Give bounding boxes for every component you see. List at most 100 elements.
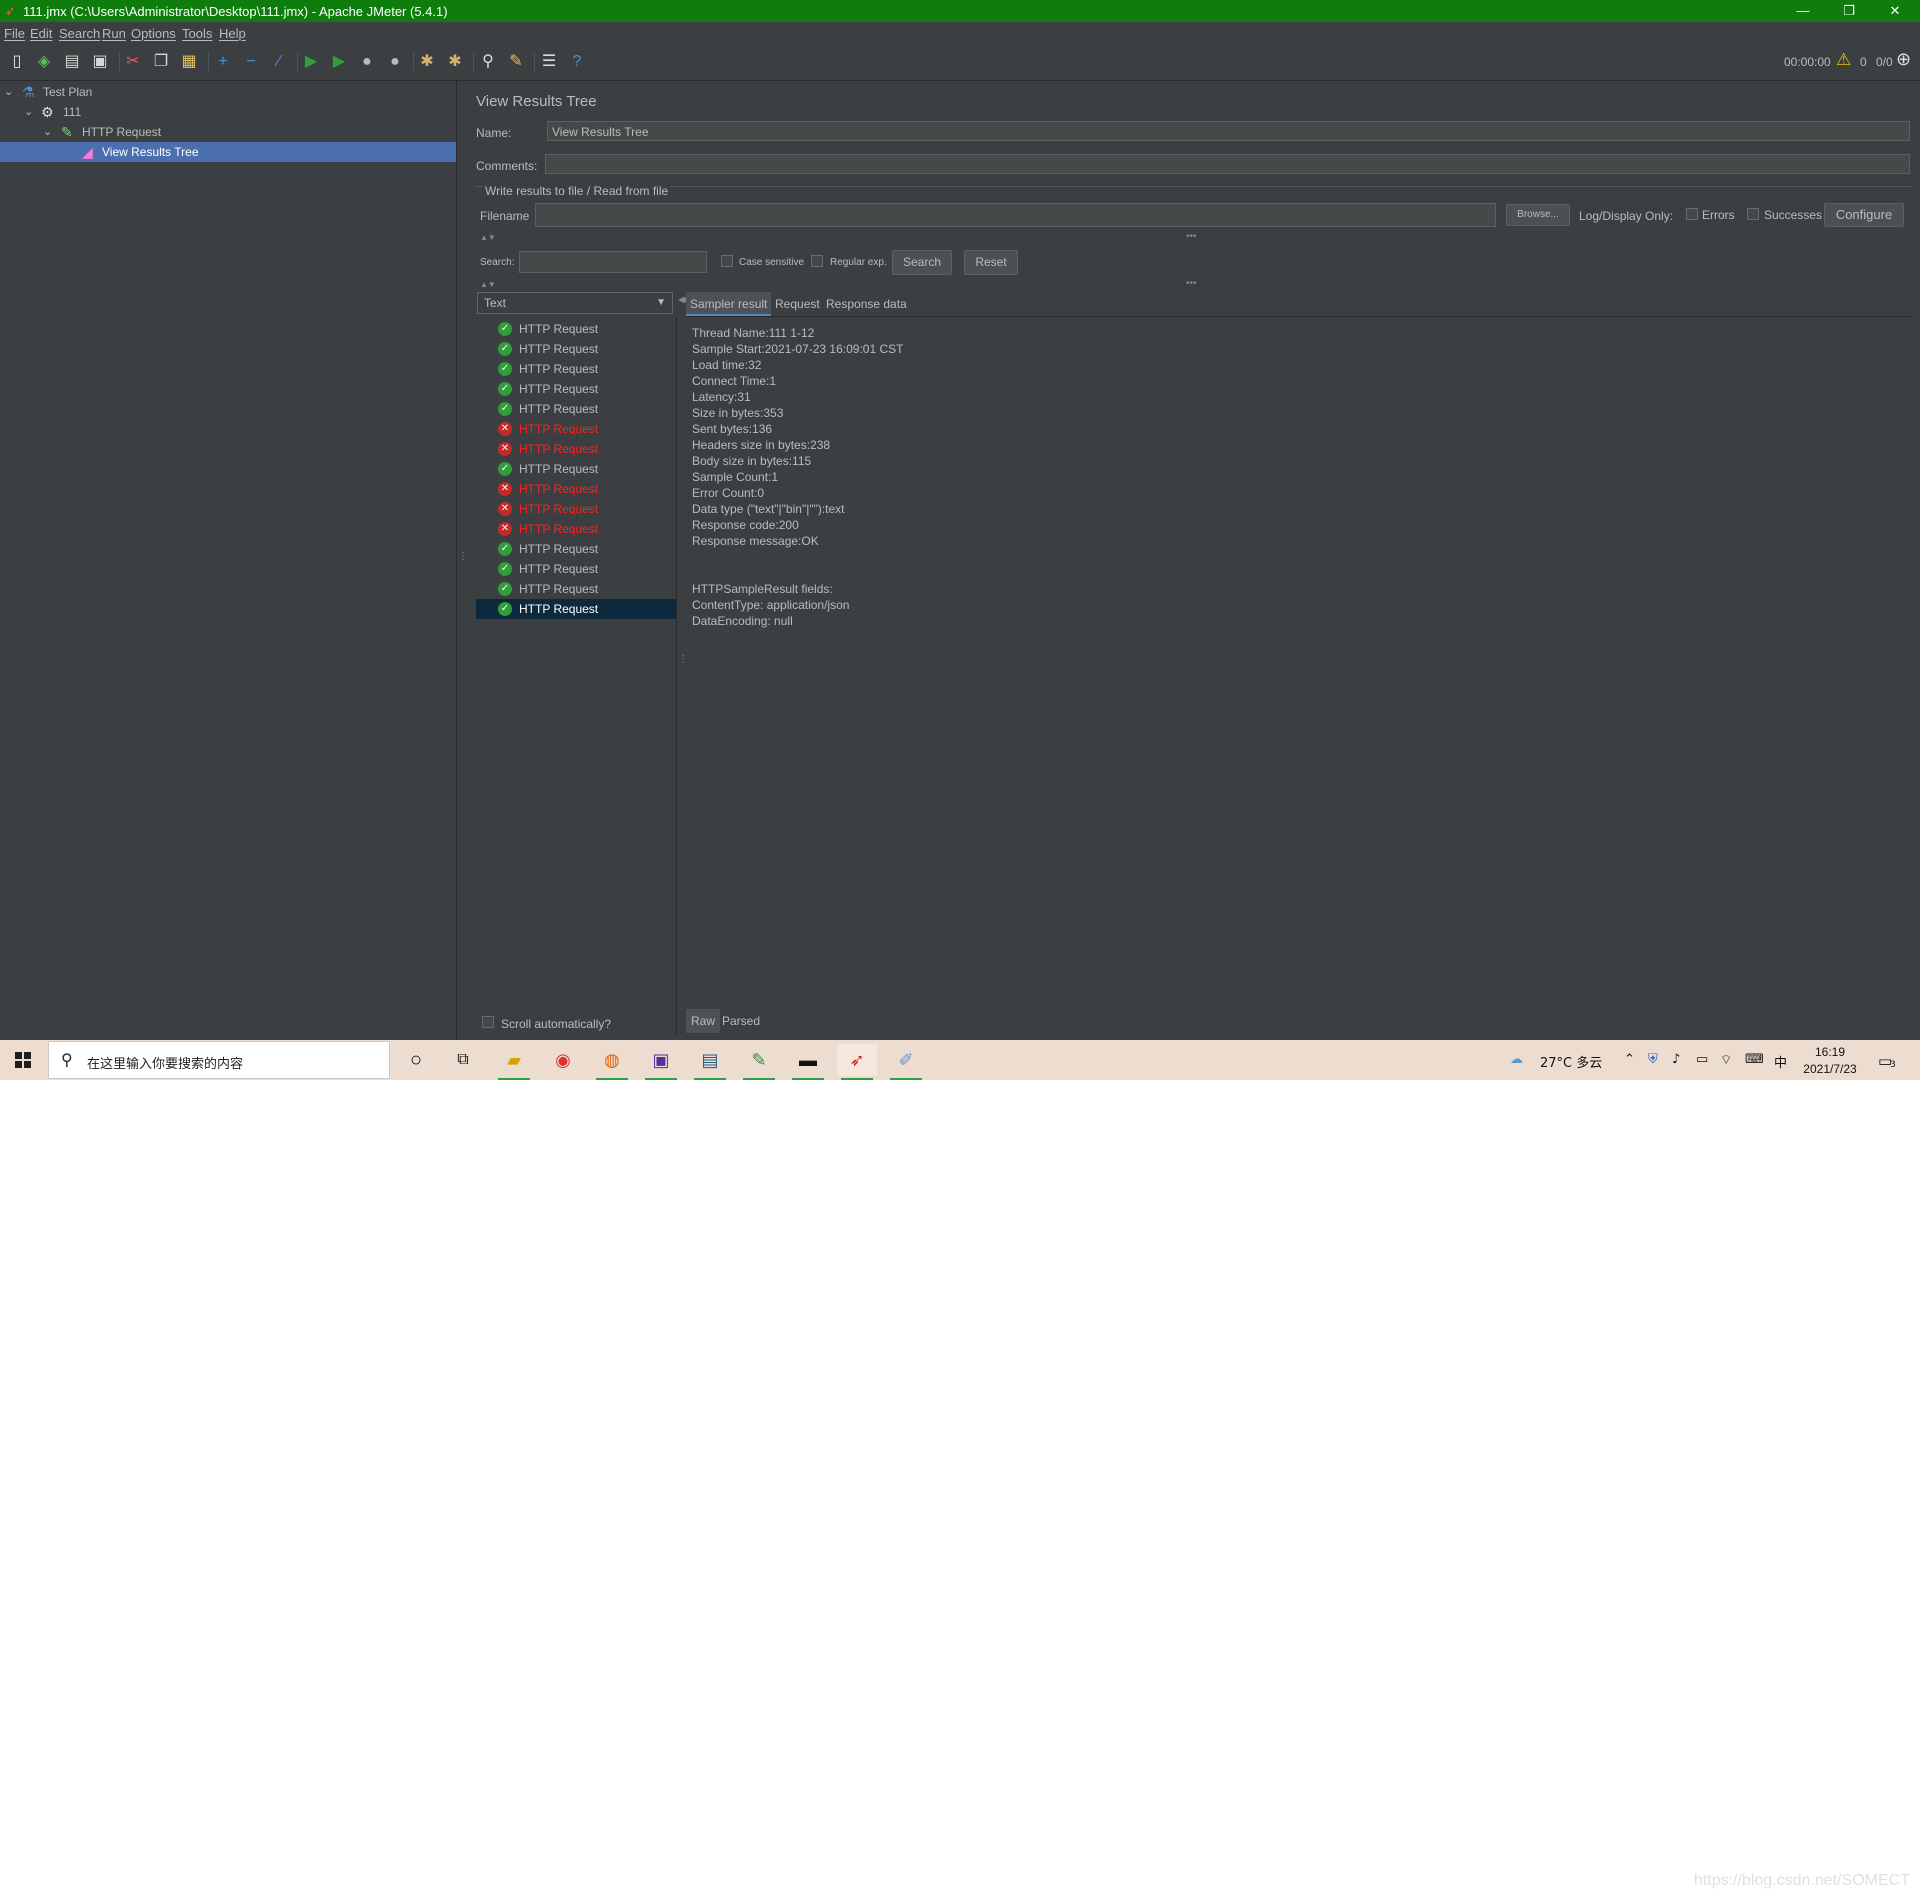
- volume-icon[interactable]: ♪: [1672, 1052, 1680, 1067]
- collapse-icon[interactable]: −: [240, 51, 262, 73]
- cortana-icon[interactable]: ○: [396, 1044, 436, 1076]
- collapse-arrows-icon[interactable]: ▲▼: [480, 233, 496, 242]
- security-icon[interactable]: ⛨: [1648, 1052, 1658, 1067]
- result-row-error[interactable]: ✕ HTTP Request: [476, 479, 676, 499]
- chevron-down-icon[interactable]: ⌄: [4, 82, 13, 102]
- result-row-error[interactable]: ✕ HTTP Request: [476, 419, 676, 439]
- app-window-icon[interactable]: ▤: [690, 1044, 730, 1080]
- case-sensitive-checkbox[interactable]: [721, 255, 733, 267]
- result-row[interactable]: ✓ HTTP Request: [476, 339, 676, 359]
- chevron-down-icon[interactable]: ⌄: [43, 122, 52, 142]
- chevron-down-icon[interactable]: ⌄: [24, 102, 33, 122]
- function-helper-icon[interactable]: ☰: [538, 51, 560, 73]
- minimize-button[interactable]: —: [1780, 0, 1826, 22]
- tab-sampler-result[interactable]: Sampler result: [686, 292, 772, 316]
- tab-request[interactable]: Request: [771, 292, 824, 316]
- tree-item-test-plan[interactable]: ⌄ ⚗ Test Plan: [0, 82, 456, 102]
- intellij-icon[interactable]: ▣: [641, 1044, 681, 1080]
- result-row[interactable]: ✓ HTTP Request: [476, 379, 676, 399]
- tree-item-view-results-tree[interactable]: ◢ View Results Tree: [0, 142, 456, 162]
- remote-status-icon[interactable]: ⊕: [1896, 49, 1911, 70]
- search-icon[interactable]: ⚲: [477, 51, 499, 73]
- menu-file[interactable]: File: [4, 26, 25, 41]
- taskbar-clock[interactable]: 16:19 2021/7/23: [1798, 1044, 1862, 1078]
- result-row[interactable]: ✓ HTTP Request: [476, 579, 676, 599]
- splitter-grip-icon[interactable]: •••: [1186, 231, 1197, 242]
- file-explorer-icon[interactable]: ▰: [494, 1044, 534, 1080]
- result-row-error[interactable]: ✕ HTTP Request: [476, 519, 676, 539]
- cut-icon[interactable]: ✂: [122, 51, 144, 73]
- menu-options[interactable]: Options: [131, 26, 176, 41]
- templates-icon[interactable]: ◈: [33, 51, 55, 73]
- clear-all-icon[interactable]: ✱: [444, 51, 466, 73]
- network-icon[interactable]: ⌔: [1720, 1052, 1732, 1068]
- clear-icon[interactable]: ✱: [416, 51, 438, 73]
- result-row-error[interactable]: ✕ HTTP Request: [476, 439, 676, 459]
- toggle-icon[interactable]: ⁄: [268, 51, 290, 73]
- tab-response-data[interactable]: Response data: [822, 292, 911, 316]
- taskbar-search-box[interactable]: ⚲ 在这里输入你要搜索的内容: [48, 1041, 390, 1079]
- tab-parsed[interactable]: Parsed: [717, 1009, 765, 1033]
- keyboard-icon[interactable]: ⌨: [1745, 1052, 1764, 1067]
- tree-item-http-request[interactable]: ⌄ ✎ HTTP Request: [0, 122, 456, 142]
- windows-start-icon[interactable]: [15, 1052, 31, 1068]
- jmeter-taskbar-icon[interactable]: ➶: [837, 1044, 877, 1080]
- collapse-arrows-icon[interactable]: ▲▼: [480, 280, 496, 289]
- renderer-select[interactable]: Text ▼: [477, 292, 673, 314]
- result-row[interactable]: ✓ HTTP Request: [476, 459, 676, 479]
- errors-checkbox[interactable]: [1686, 208, 1698, 220]
- open-icon[interactable]: ▤: [61, 51, 83, 73]
- reset-button[interactable]: Reset: [964, 250, 1018, 275]
- terminal-icon[interactable]: ▬: [788, 1044, 828, 1080]
- result-row[interactable]: ✓ HTTP Request: [476, 319, 676, 339]
- splitter-grip-icon[interactable]: •••: [1186, 278, 1197, 289]
- configure-button[interactable]: Configure: [1824, 203, 1904, 227]
- comments-input[interactable]: [545, 154, 1910, 174]
- notepad-icon[interactable]: ✎: [739, 1044, 779, 1080]
- menu-run[interactable]: Run: [102, 26, 126, 41]
- tray-expand-icon[interactable]: ⌃: [1624, 1052, 1635, 1067]
- menu-edit[interactable]: Edit: [30, 26, 52, 41]
- paste-icon[interactable]: ▦: [178, 51, 200, 73]
- filename-input[interactable]: [535, 203, 1496, 227]
- paint-icon[interactable]: ✐: [886, 1044, 926, 1080]
- task-view-icon[interactable]: ⧉: [443, 1044, 483, 1076]
- result-row[interactable]: ✓ HTTP Request: [476, 559, 676, 579]
- ime-indicator[interactable]: 中: [1774, 1052, 1787, 1071]
- menu-help[interactable]: Help: [219, 26, 246, 41]
- weather-icon[interactable]: ☁: [1510, 1052, 1523, 1067]
- menu-search[interactable]: Search: [59, 26, 100, 41]
- firefox-icon[interactable]: ◍: [592, 1044, 632, 1080]
- weather-text[interactable]: 27°C 多云: [1540, 1052, 1602, 1071]
- menu-tools[interactable]: Tools: [182, 26, 212, 41]
- successes-checkbox[interactable]: [1747, 208, 1759, 220]
- regexp-checkbox[interactable]: [811, 255, 823, 267]
- result-row-error[interactable]: ✕ HTTP Request: [476, 499, 676, 519]
- expand-icon[interactable]: +: [212, 51, 234, 73]
- tab-raw[interactable]: Raw: [686, 1009, 721, 1033]
- chrome-icon[interactable]: ◉: [543, 1044, 583, 1076]
- search-input[interactable]: [519, 251, 707, 273]
- scroll-automatically-checkbox[interactable]: [482, 1016, 494, 1028]
- new-icon[interactable]: ▯: [6, 51, 28, 73]
- close-button[interactable]: ✕: [1872, 0, 1918, 22]
- help-icon[interactable]: ?: [566, 51, 588, 73]
- shutdown-icon[interactable]: ●: [384, 51, 406, 73]
- search-button[interactable]: Search: [892, 250, 952, 275]
- result-row[interactable]: ✓ HTTP Request: [476, 539, 676, 559]
- warning-icon[interactable]: ⚠: [1836, 50, 1851, 70]
- tree-item-thread-group[interactable]: ⌄ ⚙ 111: [0, 102, 456, 122]
- save-icon[interactable]: ▣: [89, 51, 111, 73]
- copy-icon[interactable]: ❐: [150, 51, 172, 73]
- start-no-pauses-icon[interactable]: ▶: [328, 51, 350, 73]
- battery-icon[interactable]: ▭: [1696, 1052, 1708, 1067]
- splitter-grip-icon[interactable]: ⋮: [678, 654, 688, 665]
- restore-button[interactable]: ❐: [1826, 0, 1872, 22]
- start-icon[interactable]: ▶: [300, 51, 322, 73]
- result-row[interactable]: ✓ HTTP Request: [476, 399, 676, 419]
- name-input[interactable]: View Results Tree: [547, 121, 1910, 141]
- vertical-splitter[interactable]: ⋮: [458, 81, 468, 1040]
- browse-button[interactable]: Browse...: [1506, 204, 1570, 226]
- reset-search-icon[interactable]: ✎: [505, 51, 527, 73]
- result-row-selected[interactable]: ✓ HTTP Request: [476, 599, 676, 619]
